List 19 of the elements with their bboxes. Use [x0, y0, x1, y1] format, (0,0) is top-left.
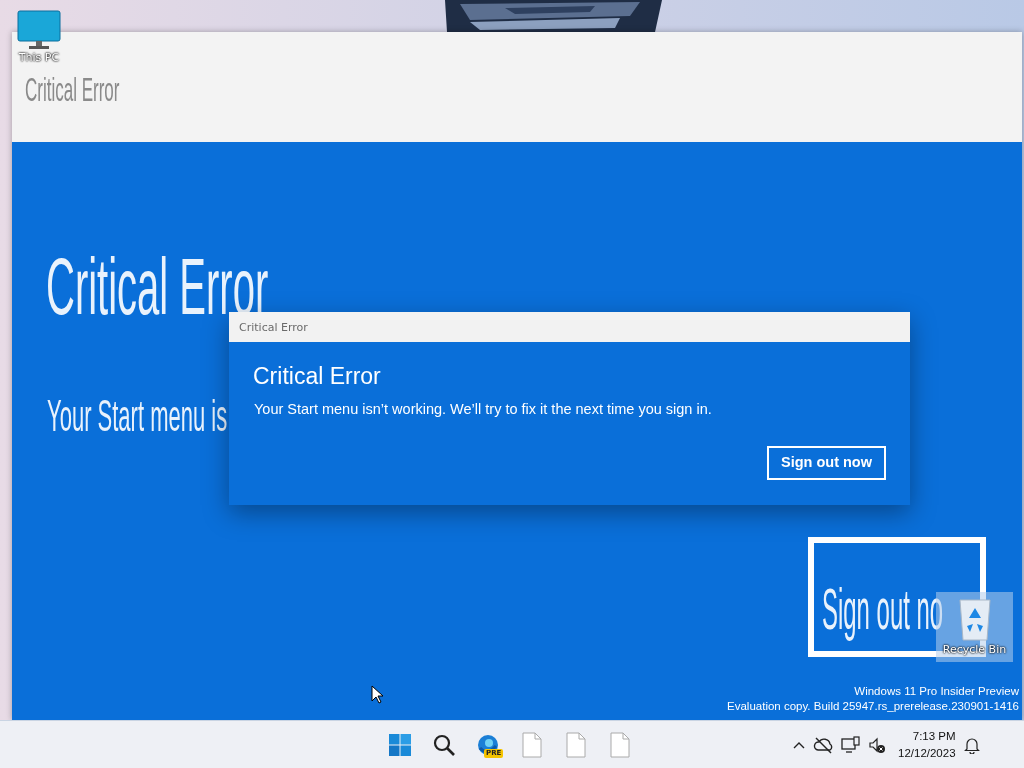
sign-out-button[interactable]: Sign out now	[767, 446, 886, 480]
volume-mute-icon[interactable]	[869, 736, 886, 754]
start-icon[interactable]	[389, 734, 411, 756]
clock[interactable]: 7:13 PM 12/12/2023	[898, 728, 956, 762]
dialog-message: Your Start menu isn’t working. We’ll try to fix it the next time you sign in.	[254, 400, 713, 420]
search-icon[interactable]	[433, 734, 455, 756]
network-icon[interactable]	[841, 736, 861, 754]
cloud-off-icon[interactable]	[813, 736, 833, 754]
monitor-icon	[17, 10, 61, 50]
watermark-text: Evaluation copy. Build 25947.rs_prerelease.230901-1416	[727, 699, 1019, 714]
message-text: Your Start menu is	[47, 394, 228, 438]
watermark-text: Windows 11 Pro Insider Preview	[853, 684, 1019, 699]
notification-bell-icon[interactable]	[963, 736, 980, 754]
dialog-title-bar: Critical Error	[229, 312, 910, 342]
mouse-cursor-icon	[371, 685, 384, 704]
desktop-icon[interactable]: This PC	[0, 10, 78, 67]
window-title: Critical Error	[25, 72, 120, 106]
dialog-heading: Critical Error	[253, 364, 382, 390]
chevron-up-icon[interactable]	[793, 740, 805, 750]
